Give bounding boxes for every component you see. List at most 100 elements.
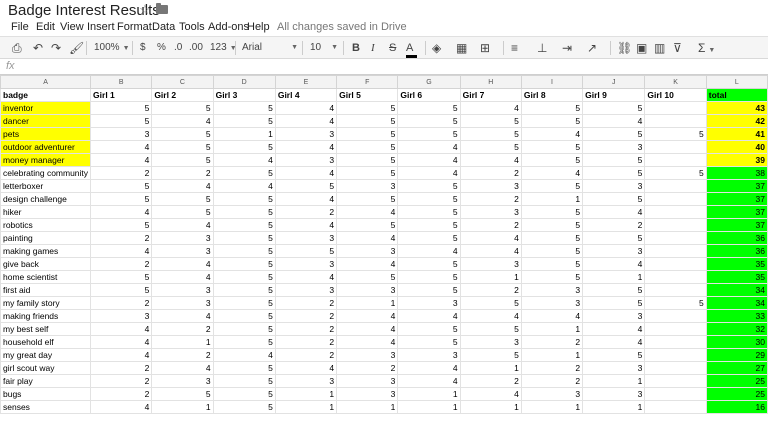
header-cell[interactable]: Girl 5 bbox=[336, 88, 399, 102]
total-cell[interactable]: 34 bbox=[705, 283, 768, 297]
score-cell[interactable]: 3 bbox=[582, 361, 646, 375]
header-cell[interactable]: Girl 6 bbox=[397, 88, 461, 102]
print-icon[interactable]: ⎙ bbox=[12, 41, 22, 55]
score-cell[interactable]: 3 bbox=[274, 257, 338, 271]
score-cell[interactable]: 5 bbox=[397, 179, 461, 193]
score-cell[interactable]: 2 bbox=[582, 218, 646, 232]
score-cell[interactable]: 1 bbox=[459, 270, 522, 284]
column-header-d[interactable]: D bbox=[212, 75, 276, 89]
score-cell[interactable]: 2 bbox=[274, 309, 338, 323]
score-cell[interactable]: 4 bbox=[397, 244, 461, 258]
score-cell[interactable]: 5 bbox=[212, 114, 276, 128]
badge-name-cell[interactable]: dancer bbox=[0, 114, 92, 128]
score-cell[interactable]: 1 bbox=[336, 296, 399, 310]
score-cell[interactable]: 5 bbox=[459, 322, 522, 336]
score-cell[interactable]: 5 bbox=[520, 179, 584, 193]
menu-format[interactable]: Format bbox=[117, 21, 152, 33]
folder-icon[interactable] bbox=[156, 3, 168, 14]
score-cell[interactable]: 3 bbox=[582, 244, 646, 258]
score-cell[interactable]: 5 bbox=[397, 257, 461, 271]
total-cell[interactable]: 35 bbox=[705, 257, 768, 271]
total-cell[interactable]: 27 bbox=[705, 361, 768, 375]
score-cell[interactable]: 5 bbox=[520, 231, 584, 245]
score-cell[interactable]: 1 bbox=[582, 270, 646, 284]
score-cell[interactable]: 2 bbox=[520, 335, 584, 349]
score-cell[interactable]: 3 bbox=[336, 348, 399, 362]
score-cell[interactable]: 4 bbox=[90, 205, 153, 219]
score-cell[interactable]: 1 bbox=[459, 400, 522, 414]
total-cell[interactable]: 32 bbox=[705, 322, 768, 336]
score-cell[interactable]: 4 bbox=[274, 270, 338, 284]
redo-icon[interactable]: ↷ bbox=[51, 41, 61, 55]
text-rotation-icon[interactable]: ↗ bbox=[587, 41, 597, 55]
score-cell[interactable]: 2 bbox=[151, 166, 214, 180]
score-cell[interactable]: 4 bbox=[582, 257, 646, 271]
score-cell[interactable]: 5 bbox=[459, 114, 522, 128]
header-cell[interactable]: Girl 10 bbox=[644, 88, 707, 102]
score-cell[interactable]: 5 bbox=[151, 127, 214, 141]
score-cell[interactable]: 5 bbox=[459, 127, 522, 141]
functions-button[interactable]: Σ ▼ bbox=[698, 41, 715, 55]
score-cell[interactable]: 5 bbox=[459, 296, 522, 310]
header-cell[interactable]: Girl 9 bbox=[582, 88, 646, 102]
total-cell[interactable]: 42 bbox=[705, 114, 768, 128]
score-cell[interactable] bbox=[644, 218, 707, 232]
score-cell[interactable]: 5 bbox=[90, 192, 153, 206]
score-cell[interactable]: 2 bbox=[90, 231, 153, 245]
score-cell[interactable]: 1 bbox=[520, 192, 584, 206]
score-cell[interactable]: 4 bbox=[459, 244, 522, 258]
score-cell[interactable]: 5 bbox=[582, 296, 646, 310]
score-cell[interactable]: 3 bbox=[336, 283, 399, 297]
score-cell[interactable]: 4 bbox=[212, 153, 276, 167]
score-cell[interactable]: 4 bbox=[582, 114, 646, 128]
document-title[interactable]: Badge Interest Results bbox=[8, 2, 160, 19]
score-cell[interactable]: 1 bbox=[520, 348, 584, 362]
score-cell[interactable]: 5 bbox=[520, 140, 584, 154]
score-cell[interactable]: 4 bbox=[336, 309, 399, 323]
column-header-c[interactable]: C bbox=[151, 75, 214, 89]
score-cell[interactable]: 3 bbox=[274, 374, 338, 388]
total-cell[interactable]: 38 bbox=[705, 166, 768, 180]
score-cell[interactable]: 5 bbox=[151, 153, 214, 167]
total-cell[interactable]: 34 bbox=[705, 296, 768, 310]
score-cell[interactable]: 5 bbox=[336, 114, 399, 128]
increase-decimals-button[interactable]: .00 bbox=[189, 41, 203, 55]
score-cell[interactable]: 4 bbox=[520, 309, 584, 323]
score-cell[interactable] bbox=[644, 231, 707, 245]
menu-add-ons[interactable]: Add-ons bbox=[208, 21, 249, 33]
badge-name-cell[interactable]: my best self bbox=[0, 322, 92, 336]
badge-name-cell[interactable]: inventor bbox=[0, 101, 92, 115]
score-cell[interactable]: 5 bbox=[520, 114, 584, 128]
score-cell[interactable]: 3 bbox=[397, 296, 461, 310]
score-cell[interactable]: 4 bbox=[90, 153, 153, 167]
score-cell[interactable]: 4 bbox=[520, 127, 584, 141]
badge-name-cell[interactable]: design challenge bbox=[0, 192, 92, 206]
score-cell[interactable]: 5 bbox=[397, 205, 461, 219]
badge-name-cell[interactable]: home scientist bbox=[0, 270, 92, 284]
bold-button[interactable]: B bbox=[352, 41, 360, 55]
score-cell[interactable]: 1 bbox=[274, 400, 338, 414]
more-formats-select[interactable]: 123 ▼ bbox=[210, 41, 237, 55]
italic-button[interactable]: I bbox=[371, 41, 375, 55]
score-cell[interactable]: 3 bbox=[520, 387, 584, 401]
score-cell[interactable]: 5 bbox=[212, 244, 276, 258]
score-cell[interactable]: 3 bbox=[336, 179, 399, 193]
score-cell[interactable]: 4 bbox=[274, 101, 338, 115]
score-cell[interactable]: 1 bbox=[520, 400, 584, 414]
score-cell[interactable]: 1 bbox=[582, 374, 646, 388]
currency-format-button[interactable]: $ bbox=[140, 41, 146, 55]
score-cell[interactable]: 1 bbox=[274, 387, 338, 401]
score-cell[interactable]: 3 bbox=[582, 387, 646, 401]
score-cell[interactable]: 4 bbox=[582, 322, 646, 336]
score-cell[interactable]: 2 bbox=[274, 296, 338, 310]
score-cell[interactable]: 4 bbox=[336, 205, 399, 219]
score-cell[interactable]: 4 bbox=[520, 166, 584, 180]
score-cell[interactable]: 5 bbox=[520, 218, 584, 232]
score-cell[interactable]: 5 bbox=[582, 166, 646, 180]
score-cell[interactable]: 3 bbox=[151, 374, 214, 388]
badge-name-cell[interactable]: painting bbox=[0, 231, 92, 245]
score-cell[interactable]: 5 bbox=[151, 140, 214, 154]
score-cell[interactable]: 5 bbox=[397, 192, 461, 206]
score-cell[interactable]: 5 bbox=[336, 127, 399, 141]
score-cell[interactable]: 5 bbox=[212, 335, 276, 349]
